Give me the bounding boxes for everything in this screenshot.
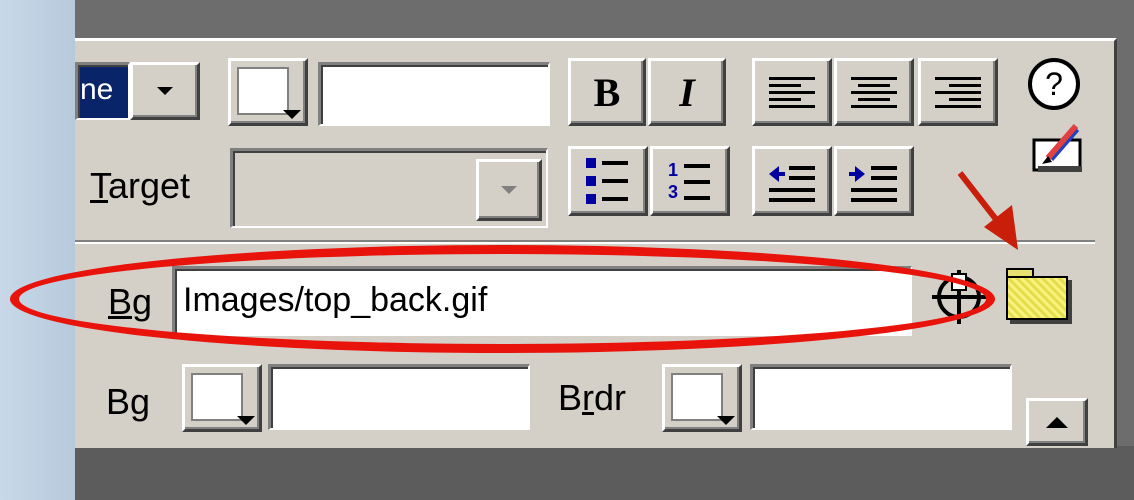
- bg-image-value: Images/top_back.gif: [183, 281, 488, 319]
- text-color-swatch[interactable]: [228, 58, 308, 126]
- chevron-down-icon: [501, 186, 517, 194]
- caret-down-icon: [717, 416, 735, 425]
- target-label: Target: [90, 168, 190, 204]
- chevron-down-icon: [157, 87, 173, 95]
- bold-label: B: [593, 69, 621, 115]
- format-select-value: ne: [80, 73, 114, 106]
- help-icon[interactable]: ?: [1026, 56, 1082, 112]
- bg-image-label-text: g: [132, 281, 153, 322]
- indent-button[interactable]: [834, 146, 914, 216]
- collapse-panel-button[interactable]: [1026, 398, 1088, 446]
- border-label-part2: dr: [594, 377, 627, 418]
- target-label-text: arget: [108, 165, 191, 206]
- link-input[interactable]: [318, 62, 550, 126]
- target-label-mnemonic: T: [90, 165, 108, 206]
- format-select[interactable]: ne: [75, 62, 130, 120]
- ordered-list-button[interactable]: 1 3: [650, 146, 730, 216]
- align-center-icon: [851, 73, 897, 112]
- bg-color-label: Bg: [106, 381, 151, 422]
- border-color-input[interactable]: [750, 364, 1012, 430]
- align-left-icon: [769, 73, 815, 112]
- bg-image-input[interactable]: Images/top_back.gif: [172, 266, 912, 336]
- indent-icon: [849, 166, 897, 202]
- color-swatch-preview: [237, 67, 289, 115]
- svg-text:1: 1: [668, 160, 678, 180]
- align-left-button[interactable]: [752, 58, 832, 126]
- link-input-value: [321, 63, 337, 109]
- align-center-button[interactable]: [834, 58, 914, 126]
- border-color-swatch[interactable]: [662, 364, 742, 432]
- align-right-icon: [935, 73, 981, 112]
- svg-text:?: ?: [1045, 66, 1063, 102]
- bg-color-swatch[interactable]: [182, 364, 262, 432]
- ordered-list-icon: 1 3: [668, 160, 710, 202]
- border-color-value: [753, 365, 769, 411]
- border-label-mnemonic: r: [582, 377, 595, 418]
- italic-button[interactable]: I: [648, 58, 726, 126]
- caret-down-icon: [237, 416, 255, 425]
- expand-arrow-icon: [1046, 416, 1068, 428]
- caret-down-icon: [283, 110, 301, 119]
- target-dropdown-button[interactable]: [476, 159, 542, 221]
- section-divider: [75, 240, 1095, 244]
- format-dropdown-button[interactable]: [130, 62, 200, 120]
- border-label-part1: B: [558, 377, 583, 418]
- align-right-button[interactable]: [918, 58, 998, 126]
- italic-label: I: [679, 69, 695, 115]
- browse-folder-icon: [1006, 268, 1068, 320]
- outdent-icon: [769, 166, 815, 202]
- outdent-button[interactable]: [752, 146, 832, 216]
- bg-color-value: [271, 365, 287, 411]
- unordered-list-button[interactable]: [568, 146, 648, 216]
- bold-button[interactable]: B: [568, 58, 646, 126]
- bg-image-label: Bg: [108, 284, 152, 320]
- annotation-red-arrow-icon: [957, 171, 1018, 250]
- window-frame-bottom: [75, 446, 1134, 500]
- browse-folder-button[interactable]: [1006, 268, 1072, 328]
- border-color-label: Brdr: [558, 380, 626, 416]
- bg-image-label-mnemonic: B: [108, 281, 133, 322]
- color-swatch-preview: [191, 373, 243, 421]
- color-swatch-preview: [671, 373, 723, 421]
- bg-color-input[interactable]: [268, 364, 530, 430]
- svg-text:3: 3: [668, 182, 678, 202]
- point-to-file-icon[interactable]: [930, 268, 988, 326]
- unordered-list-icon: [586, 158, 628, 204]
- edit-tag-icon[interactable]: [1030, 118, 1086, 176]
- target-select[interactable]: [230, 148, 548, 228]
